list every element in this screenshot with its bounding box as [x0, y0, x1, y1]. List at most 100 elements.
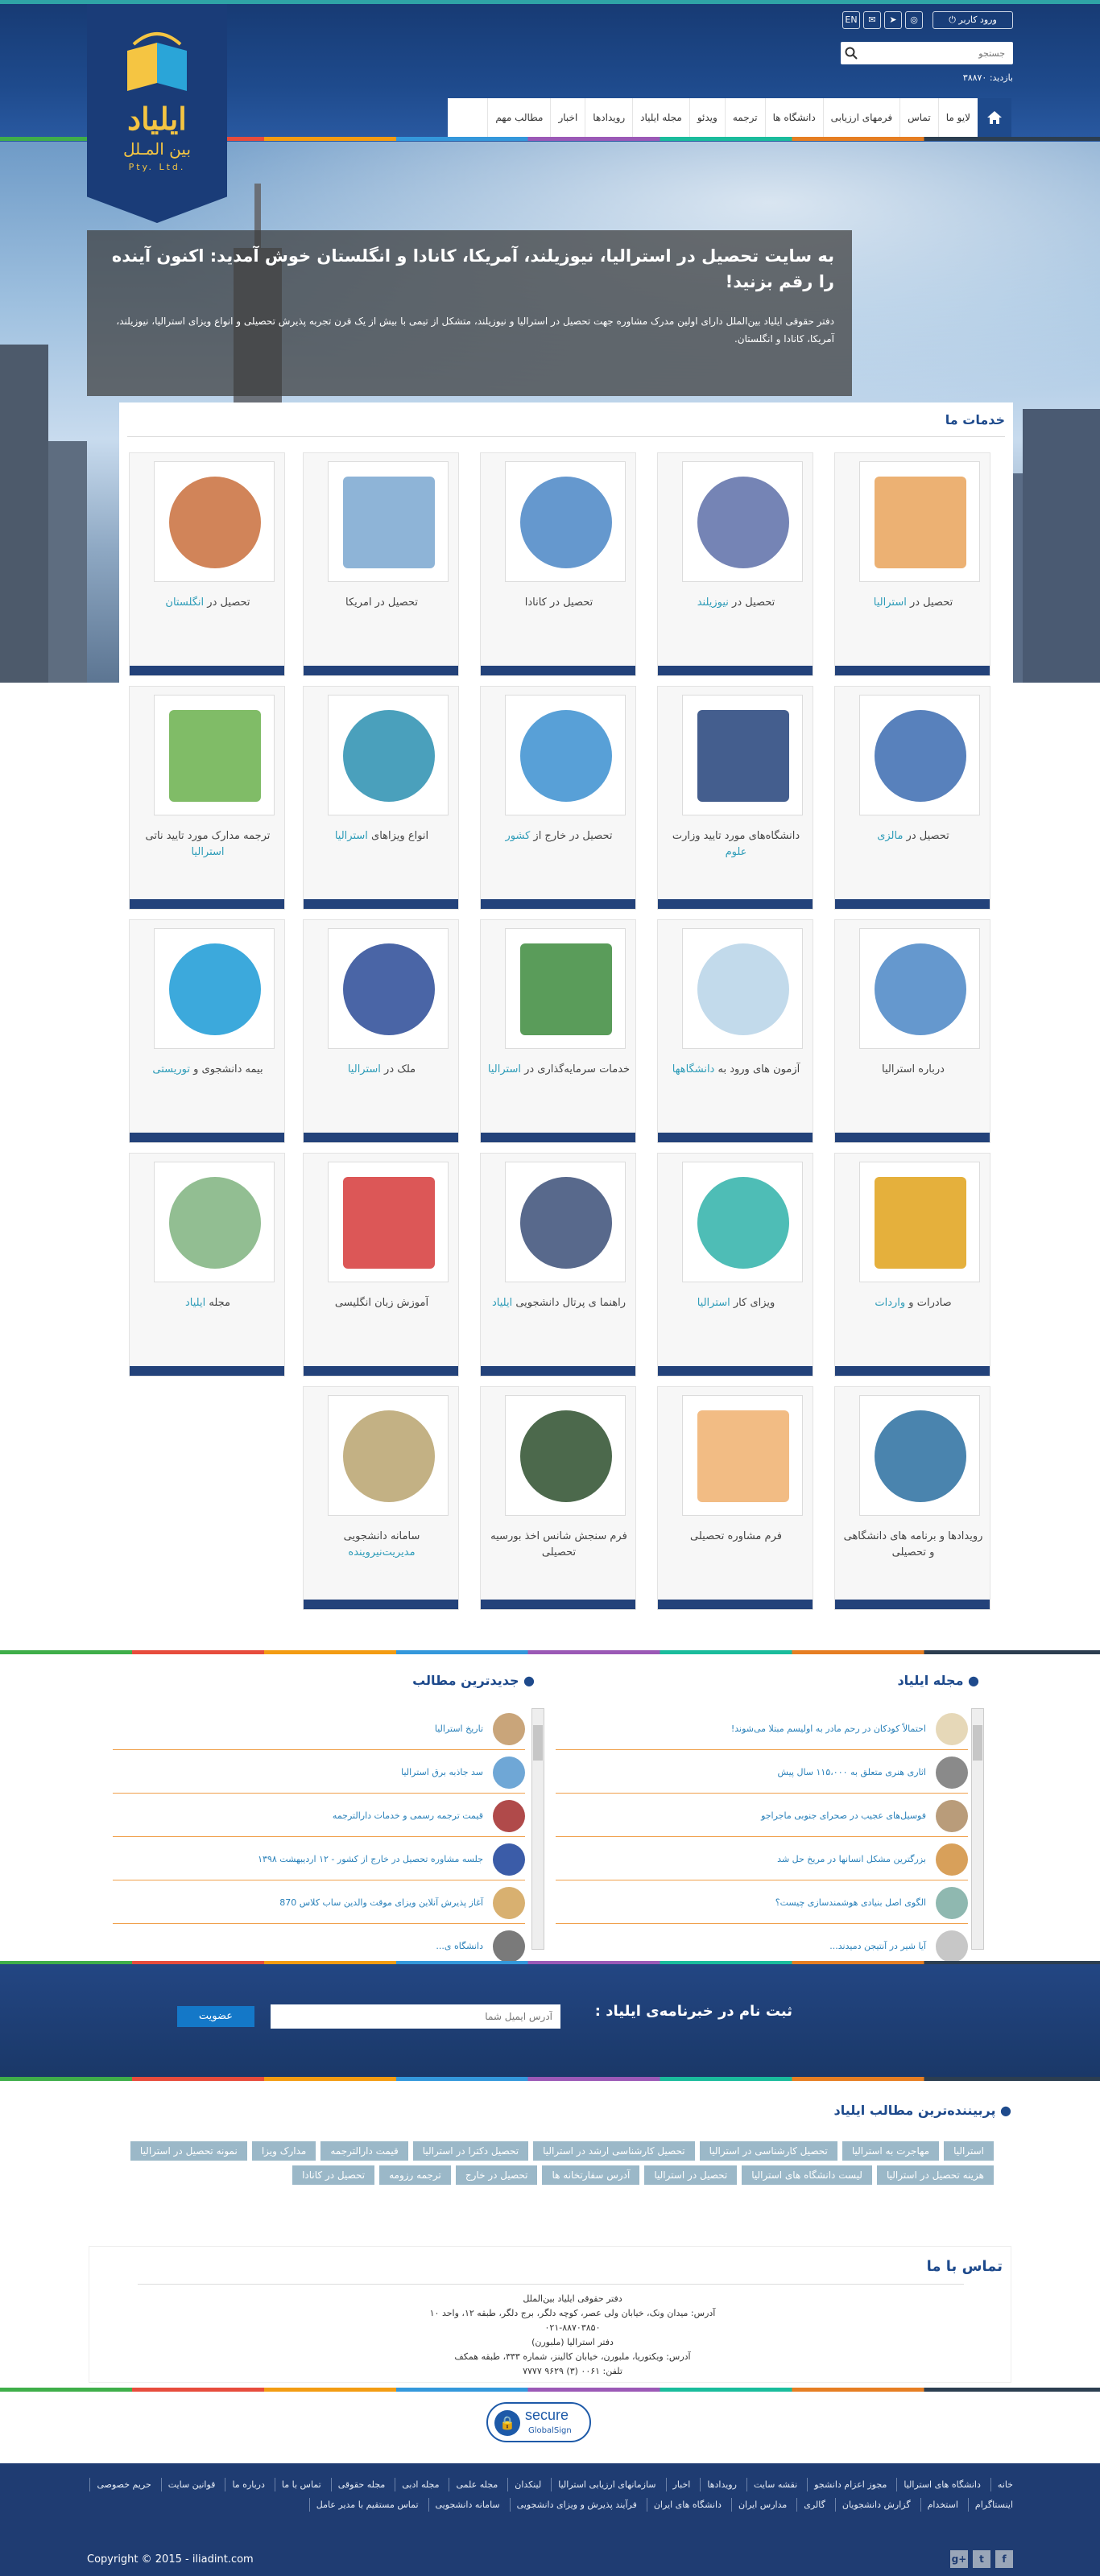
footer-link[interactable]: مجله علمی — [449, 2478, 504, 2491]
news-title[interactable]: الگوی اصل بنیادی هوشمندسازی چیست؟ — [775, 1897, 926, 1908]
news-title[interactable]: آیا شیر در آنتیجن دمیدند... — [829, 1941, 926, 1951]
news-list-item[interactable]: سد جاذبه برق استرالیا — [113, 1752, 525, 1794]
tag-link[interactable]: هزینه تحصیل در استرالیا — [876, 2165, 994, 2185]
instagram-icon[interactable]: ◎ — [905, 11, 923, 29]
service-card[interactable]: آزمون های ورود به دانشگاهها — [657, 919, 813, 1143]
nav-item-live[interactable]: لایو ما — [937, 98, 978, 137]
nav-item-magazine[interactable]: مجله ایلیاد — [632, 98, 689, 137]
subscribe-button[interactable]: عضویت — [177, 2006, 254, 2027]
service-card[interactable]: تحصیل در خارج از کشور — [480, 686, 636, 910]
footer-link[interactable]: سازمانهای ارزیابی استرالیا — [551, 2478, 662, 2491]
news-list-item[interactable]: بزرگترین مشکل انسانها در مریخ حل شد — [556, 1839, 968, 1880]
footer-link[interactable]: مجله حقوقی — [330, 2478, 392, 2491]
footer-link[interactable]: رویدادها — [700, 2478, 743, 2491]
tag-link[interactable]: مدارک ویزا — [251, 2141, 316, 2161]
news-title[interactable]: سد جاذبه برق استرالیا — [401, 1767, 483, 1777]
service-card[interactable]: فرم سنجش شانس اخذ بورسیه تحصیلی — [480, 1386, 636, 1610]
footer-link[interactable]: دانشگاه های استرالیا — [896, 2478, 987, 2491]
footer-link[interactable]: مجله ادبی — [395, 2478, 445, 2491]
nav-item-events[interactable]: رویدادها — [585, 98, 632, 137]
email-field[interactable] — [271, 2004, 560, 2029]
nav-item-news[interactable]: اخبار — [550, 98, 585, 137]
service-card[interactable]: ویزای کار استرالیا — [657, 1153, 813, 1377]
service-card[interactable]: مجله ایلیاد — [129, 1153, 285, 1377]
footer-link[interactable]: نقشه سایت — [746, 2478, 804, 2491]
tag-link[interactable]: نمونه تحصیل در استرالیا — [130, 2141, 247, 2161]
service-card[interactable]: تحصیل در کانادا — [480, 452, 636, 676]
news-list-item[interactable]: الگوی اصل بنیادی هوشمندسازی چیست؟ — [556, 1882, 968, 1924]
scrollbar-thumb[interactable] — [533, 1725, 543, 1761]
service-card[interactable]: رویدادها و برنامه های دانشگاهی و تحصیلی — [834, 1386, 990, 1610]
tag-link[interactable]: لیست دانشگاه های استرالیا — [742, 2165, 872, 2185]
news-title[interactable]: جلسه مشاوره تحصیل در خارج از کشور - ۱۲ ا… — [258, 1854, 483, 1864]
service-card[interactable]: تحصیل در نیوزیلند — [657, 452, 813, 676]
footer-link[interactable]: تماس با ما — [274, 2478, 328, 2491]
facebook-icon[interactable]: f — [995, 2550, 1013, 2568]
footer-link[interactable]: درباره ما — [225, 2478, 271, 2491]
footer-link[interactable]: فرآیند پذیرش و ویزای دانشجویی — [509, 2498, 643, 2512]
news-title[interactable]: احتمالاً کودکان در رحم مادر به اولیسم مب… — [731, 1724, 926, 1734]
service-card[interactable]: تحصیل در امریکا — [303, 452, 459, 676]
footer-link[interactable]: خانه — [990, 2478, 1019, 2491]
service-card[interactable]: دانشگاه‌های مورد تایید وزارت علوم — [657, 686, 813, 910]
scrollbar-thumb[interactable] — [973, 1725, 982, 1761]
service-card[interactable]: راهنما ی پرتال دانشجویی ایلیاد — [480, 1153, 636, 1377]
news-title[interactable]: فوسیل‌های عجیب در صحرای جنوبی ماجراجو — [761, 1810, 926, 1821]
news-list-item[interactable]: اثاری هنری متعلق به ۱۱۵،۰۰۰ سال پیش — [556, 1752, 968, 1794]
service-card[interactable]: ملک در استرالیا — [303, 919, 459, 1143]
tag-link[interactable]: تحصیل کارشناسی در استرالیا — [699, 2141, 837, 2161]
service-card[interactable]: انواع ویزاهای استرالیا — [303, 686, 459, 910]
nav-item-important[interactable]: مطالب مهم — [487, 98, 550, 137]
footer-link[interactable]: حریم خصوصی — [89, 2478, 157, 2491]
service-card[interactable]: ترجمه مدارک مورد تایید ناتی استرالیا — [129, 686, 285, 910]
search-input[interactable] — [860, 42, 1011, 64]
news-list-item[interactable]: فوسیل‌های عجیب در صحرای جنوبی ماجراجو — [556, 1795, 968, 1837]
tag-link[interactable]: تحصیل در کانادا — [292, 2165, 375, 2185]
tag-link[interactable]: تحصیل دکترا در استرالیا — [412, 2141, 529, 2161]
tag-link[interactable]: استرالیا — [944, 2141, 994, 2161]
news-title[interactable]: تاریخ استرالیا — [435, 1724, 483, 1734]
news-title[interactable]: دانشگاه ی... — [436, 1941, 483, 1951]
nav-item-assessment-forms[interactable]: فرمهای ارزیابی — [822, 98, 899, 137]
news-list-item[interactable]: قیمت ترجمه رسمی و خدمات دارالترجمه — [113, 1795, 525, 1837]
news-title[interactable]: آغاز پذیرش آنلاین ویزای موقت والدین ساب … — [279, 1897, 483, 1908]
footer-link[interactable]: قوانین سایت — [160, 2478, 222, 2491]
tag-link[interactable]: ترجمه رزومه — [379, 2165, 451, 2185]
footer-link[interactable]: مدارس ایران — [730, 2498, 793, 2512]
google-plus-icon[interactable]: g+ — [950, 2550, 968, 2568]
service-card[interactable]: درباره استرالیا — [834, 919, 990, 1143]
service-card[interactable]: بیمه دانشجوی و توریستی — [129, 919, 285, 1143]
tag-link[interactable]: آدرس سفارتخانه ها — [542, 2165, 640, 2185]
footer-link[interactable]: گزارش دانشجویان — [834, 2498, 917, 2512]
tag-link[interactable]: تحصیل در استرالیا — [644, 2165, 738, 2185]
service-card[interactable]: تحصیل در انگلستان — [129, 452, 285, 676]
tag-link[interactable]: قیمت دارالترجمه — [320, 2141, 408, 2161]
nav-item-contact[interactable]: تماس — [899, 98, 938, 137]
news-title[interactable]: اثاری هنری متعلق به ۱۱۵،۰۰۰ سال پیش — [778, 1767, 926, 1777]
latest-scrollbar[interactable] — [531, 1708, 544, 1950]
footer-link[interactable]: تماس مستقیم با مدیر عامل — [308, 2498, 425, 2512]
news-title[interactable]: قیمت ترجمه رسمی و خدمات دارالترجمه — [333, 1810, 483, 1821]
service-card[interactable]: تحصیل در مالزی — [834, 686, 990, 910]
news-title[interactable]: بزرگترین مشکل انسانها در مریخ حل شد — [777, 1854, 926, 1864]
footer-link[interactable]: لینکدان — [507, 2478, 548, 2491]
service-card[interactable]: سامانه دانشجویی مدیریت‌نیروینده — [303, 1386, 459, 1610]
site-logo[interactable]: ایلیاد بین المـلل Pty. Ltd. — [87, 4, 227, 223]
nav-item-translation[interactable]: ترجمه — [724, 98, 765, 137]
footer-link[interactable]: سامانه دانشجویی — [428, 2498, 507, 2512]
service-card[interactable]: خدمات سرمایه‌گذاری در استرالیا — [480, 919, 636, 1143]
footer-link[interactable]: مجوز اعزام دانشجو — [807, 2478, 893, 2491]
magazine-scrollbar[interactable] — [971, 1708, 984, 1950]
nav-item-video[interactable]: ویدئو — [689, 98, 725, 137]
search-icon[interactable] — [844, 46, 858, 60]
service-card[interactable]: آموزش زبان انگلیسی — [303, 1153, 459, 1377]
language-switch-button[interactable]: EN — [842, 11, 860, 29]
twitter-icon[interactable]: t — [973, 2550, 990, 2568]
service-card[interactable]: فرم مشاوره تحصیلی — [657, 1386, 813, 1610]
mail-icon[interactable]: ✉ — [863, 11, 881, 29]
tag-link[interactable]: مهاجرت به استرالیا — [842, 2141, 940, 2161]
news-list-item[interactable]: آغاز پذیرش آنلاین ویزای موقت والدین ساب … — [113, 1882, 525, 1924]
home-icon[interactable] — [978, 98, 1011, 137]
service-card[interactable]: صادرات و واردات — [834, 1153, 990, 1377]
login-button[interactable]: ورود کاربر ⏻ — [933, 11, 1013, 29]
